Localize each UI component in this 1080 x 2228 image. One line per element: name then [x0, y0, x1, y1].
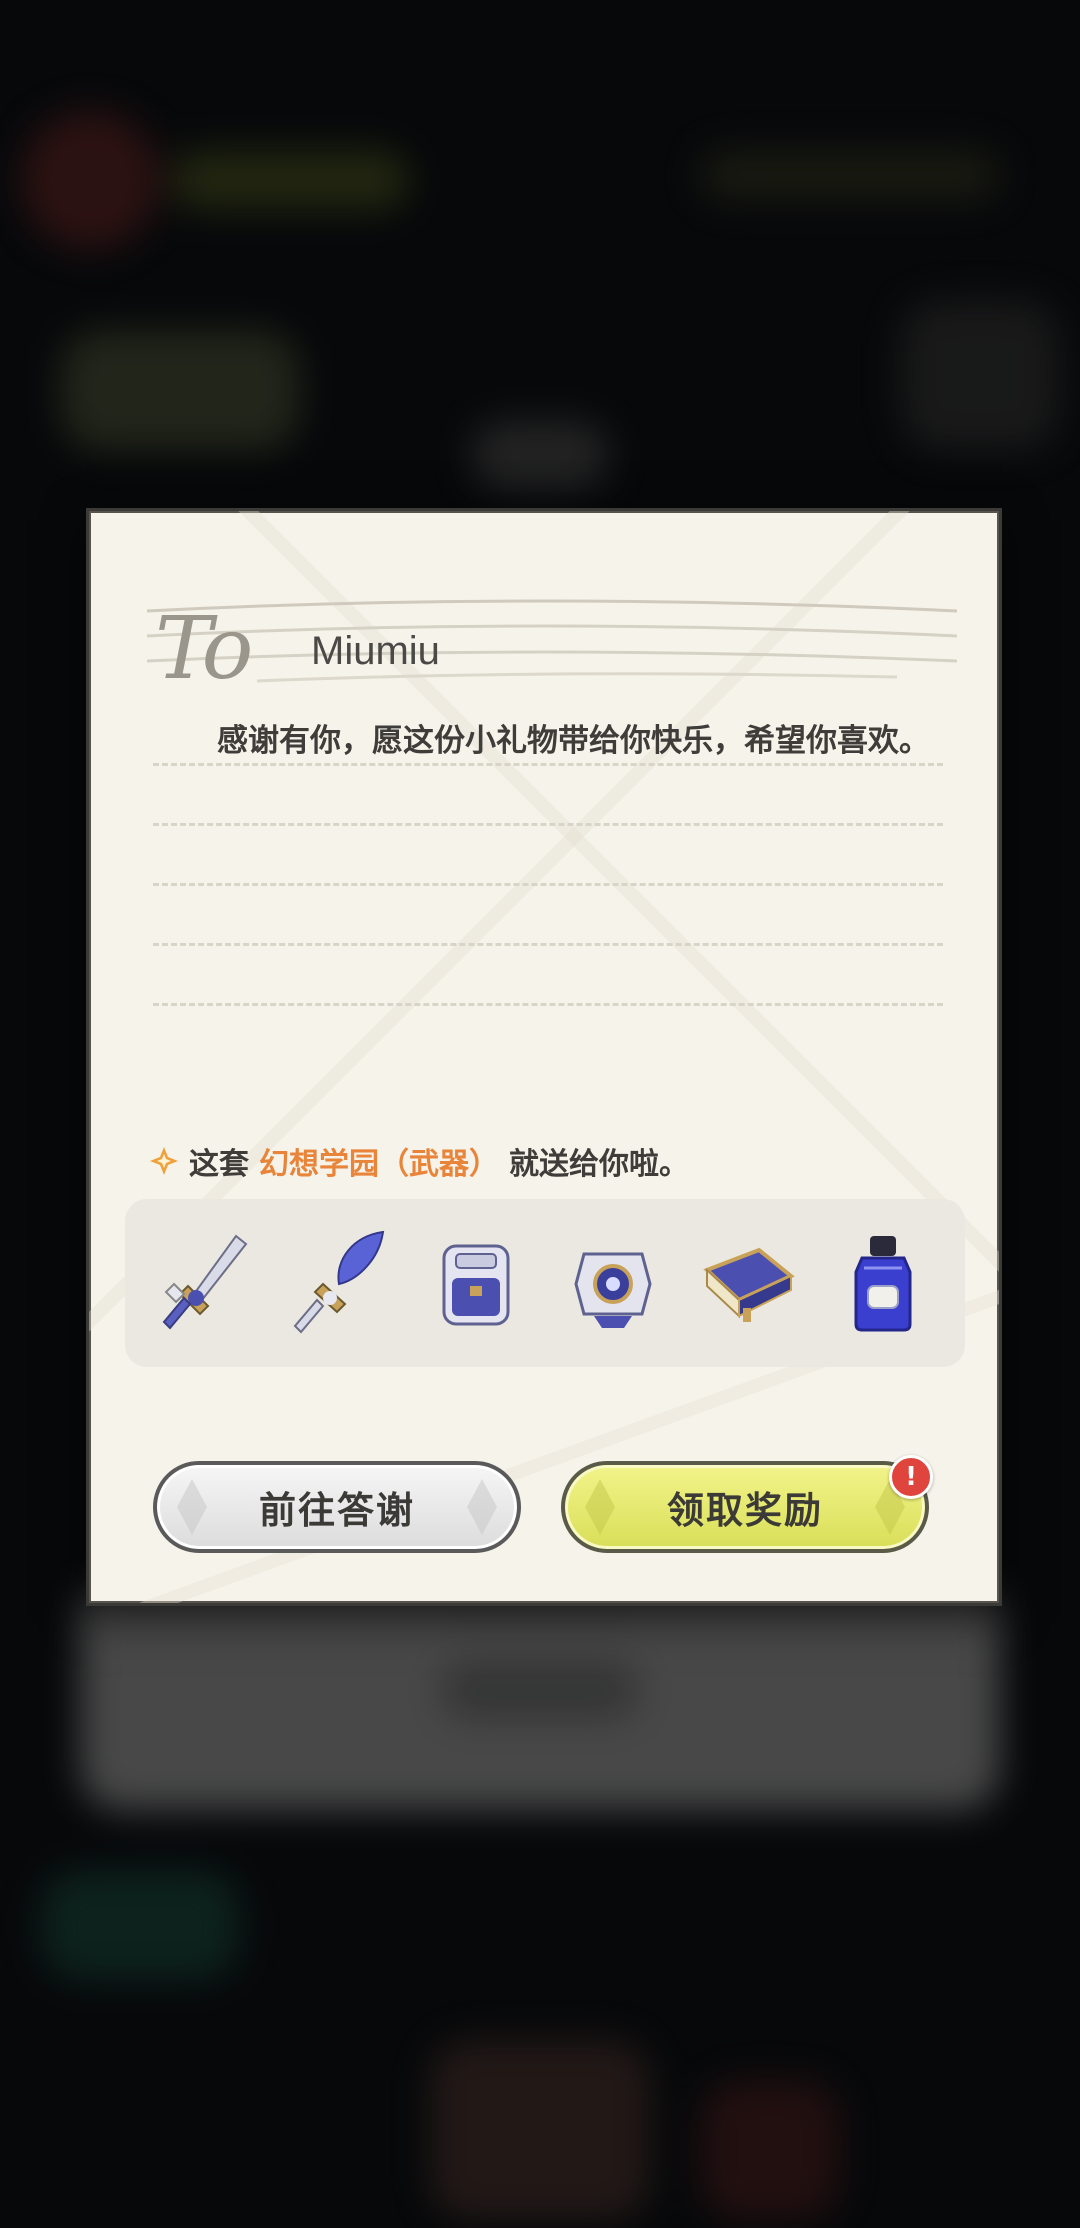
gift-set-name: 幻想学园（武器）	[259, 1147, 499, 1182]
feather-sword-icon[interactable]	[283, 1224, 401, 1342]
ruled-line	[153, 943, 943, 946]
gift-prefix: 这套	[189, 1147, 249, 1182]
ruled-line	[153, 763, 943, 766]
gift-letter-dialog: To Miumiu 感谢有你，愿这份小礼物带给你快乐，希望你喜欢。 这套 幻想学…	[86, 508, 1002, 1606]
decorative-swash	[146, 599, 957, 683]
go-thank-button[interactable]: 前往答谢	[153, 1461, 521, 1553]
ink-bottle-icon[interactable]	[824, 1224, 942, 1342]
catalyst-orb-icon[interactable]	[554, 1224, 672, 1342]
reward-items-panel	[125, 1199, 965, 1367]
ruled-line	[153, 1003, 943, 1006]
alert-badge-icon: !	[889, 1455, 933, 1499]
claim-reward-label: 领取奖励	[667, 1489, 823, 1532]
letter-message: 感谢有你，愿这份小礼物带给你快乐，希望你喜欢。	[217, 723, 930, 759]
sword-icon[interactable]	[148, 1224, 266, 1342]
gift-suffix: 就送给你啦。	[509, 1147, 689, 1182]
backpack-icon[interactable]	[418, 1224, 536, 1342]
book-icon[interactable]	[689, 1224, 807, 1342]
to-script: To	[155, 599, 253, 699]
letter-header: To	[137, 581, 957, 699]
sparkle-icon	[150, 1147, 178, 1175]
claim-reward-button[interactable]: 领取奖励	[561, 1461, 929, 1553]
ruled-line	[153, 883, 943, 886]
ruled-line	[153, 823, 943, 826]
recipient-name: Miumiu	[311, 629, 440, 673]
gift-description: 这套 幻想学园（武器） 就送给你啦。	[149, 1139, 689, 1183]
go-thank-label: 前往答谢	[259, 1489, 415, 1532]
